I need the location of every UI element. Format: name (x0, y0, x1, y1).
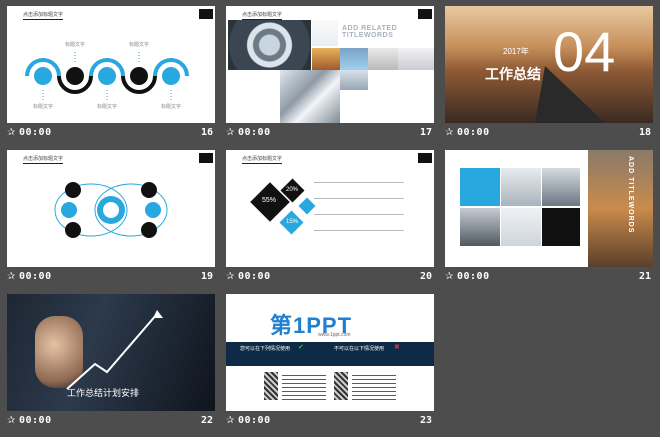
desk-photo (368, 48, 398, 70)
slide-meta: ✰ 00:00 22 (7, 415, 215, 429)
slide-title: 点击添加标题文字 (242, 12, 283, 20)
item-label: 标题文字 (33, 104, 54, 110)
left-heading: 您可以在下列情况使用 (240, 346, 291, 352)
slide-time: 00:00 (19, 127, 52, 138)
slide-number: 16 (200, 127, 213, 138)
slide-thumbnail[interactable]: 点击添加标题文字 ADD RELATED TITLEWORDS (226, 6, 434, 123)
slide-number: 23 (419, 415, 432, 426)
text-line (314, 198, 404, 199)
text-line (314, 214, 404, 215)
slide-thumbnail[interactable]: 点击添加标题文字 标题文字 标题文字 标题文字 标题文字 标题文字 (7, 6, 215, 123)
star-icon[interactable]: ✰ (226, 127, 234, 138)
slide-time: 00:00 (238, 415, 271, 426)
photo-tile (460, 208, 500, 246)
link-block (282, 372, 326, 400)
vertical-title: ADD TITLEWORDS (627, 156, 634, 234)
slide-number: 17 (419, 127, 432, 138)
item-label: 标题文字 (97, 104, 118, 110)
site-url: www.1ppt.com (318, 332, 351, 338)
cross-icon: ✖ (394, 344, 400, 351)
glass-photo (280, 70, 340, 123)
item-label: 标题文字 (161, 104, 182, 110)
slide-thumbnail[interactable]: ADD TITLEWORDS (445, 150, 653, 267)
corner-block (418, 153, 432, 163)
right-heading: 不可以在以下情况使用 (334, 346, 385, 352)
slide-number: 19 (200, 271, 213, 282)
star-icon[interactable]: ✰ (445, 127, 453, 138)
slide-time: 00:00 (19, 271, 52, 282)
caption: 工作总结 (485, 66, 541, 82)
laptop-photo (340, 70, 368, 90)
text-line (314, 230, 404, 231)
item-label: 标题文字 (129, 42, 150, 48)
slide-meta: ✰ 00:00 18 (445, 127, 653, 141)
year-label: 2017年 (503, 47, 529, 56)
pct-top: 20% (286, 187, 299, 193)
star-icon[interactable]: ✰ (226, 415, 234, 426)
related-heading: ADD RELATED TITLEWORDS (342, 25, 398, 39)
city-photo (312, 48, 340, 70)
star-icon[interactable]: ✰ (7, 415, 15, 426)
star-icon[interactable]: ✰ (445, 271, 453, 282)
star-icon[interactable]: ✰ (7, 271, 15, 282)
corner-block (418, 9, 432, 19)
photo-tile (501, 208, 541, 246)
slide-number: 20 (419, 271, 432, 282)
star-icon[interactable]: ✰ (7, 127, 15, 138)
slide-number: 21 (638, 271, 651, 282)
blue-tile (460, 168, 500, 206)
slide-number: 18 (638, 127, 651, 138)
slide-number: 22 (200, 415, 213, 426)
slide-thumbnail[interactable]: 04 2017年 工作总结 (445, 6, 653, 123)
city-photo (588, 150, 653, 267)
slide-thumbnail[interactable]: 点击添加标题文字 55% 20% 15% (226, 150, 434, 267)
caption: 工作总结计划安排 (67, 388, 140, 398)
slide-meta: ✰ 00:00 17 (226, 127, 434, 141)
slide-meta: ✰ 00:00 20 (226, 271, 434, 285)
slide-thumbnail[interactable]: 工作总结计划安排 (7, 294, 215, 411)
check-icon: ✔ (298, 344, 304, 351)
text-line (314, 182, 404, 183)
link-block (352, 372, 396, 400)
slide-meta: ✰ 00:00 21 (445, 271, 653, 285)
slide-time: 00:00 (457, 127, 490, 138)
slide-thumbnail[interactable]: 点击添加标题文字 (7, 150, 215, 267)
dome-photo (228, 20, 311, 70)
qr-block (334, 372, 348, 400)
meeting-photo (398, 48, 434, 70)
pct-large: 55% (262, 197, 277, 204)
qr-block (264, 372, 278, 400)
icons-photo (312, 20, 338, 46)
item-label: 标题文字 (65, 42, 86, 48)
diamond-small-right (298, 197, 316, 215)
glass-building-photo (340, 48, 368, 70)
slide-time: 00:00 (238, 271, 271, 282)
slide-meta: ✰ 00:00 16 (7, 127, 215, 141)
black-tile (542, 208, 580, 246)
slide-thumbnail[interactable]: 第1PPT www.1ppt.com 您可以在下列情况使用 ✔ 不可以在以下情况… (226, 294, 434, 411)
slide-title: 点击添加标题文字 (242, 156, 283, 164)
slide-meta: ✰ 00:00 19 (7, 271, 215, 285)
radial-diagram (54, 182, 168, 238)
slide-meta: ✰ 00:00 23 (226, 415, 434, 429)
pct-bottom: 15% (286, 219, 299, 225)
slide-time: 00:00 (457, 271, 490, 282)
photo-tile (542, 168, 580, 206)
star-icon[interactable]: ✰ (226, 271, 234, 282)
big-number: 04 (553, 20, 616, 83)
slide-time: 00:00 (238, 127, 271, 138)
slide-time: 00:00 (19, 415, 52, 426)
photo-tile (501, 168, 541, 206)
